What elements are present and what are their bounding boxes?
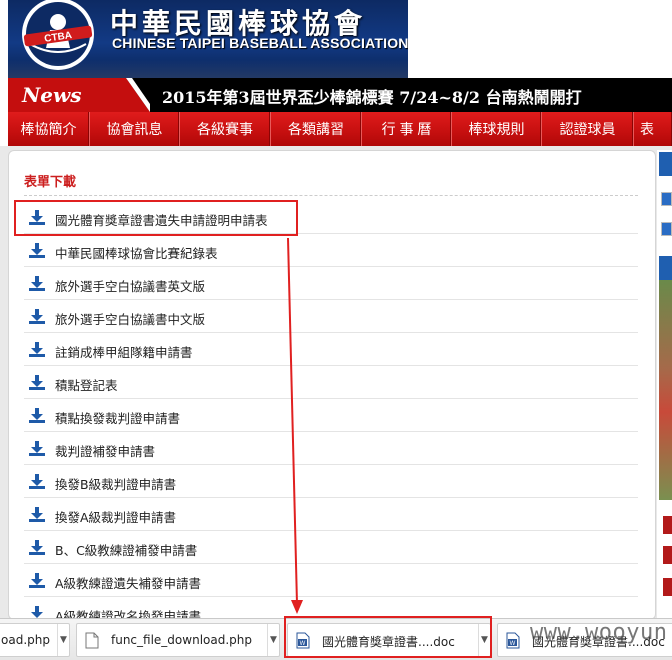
- file-row[interactable]: 中華民國棒球協會比賽紀錄表: [24, 234, 638, 267]
- download-icon[interactable]: [28, 474, 46, 490]
- file-link[interactable]: 註銷成棒甲組隊籍申請書: [55, 342, 193, 361]
- sidebar-link-icon[interactable]: [661, 222, 672, 236]
- word-doc-icon: W: [506, 632, 520, 649]
- file-row[interactable]: 裁判證補發申請書: [24, 432, 638, 465]
- download-item[interactable]: oad.php ▼: [0, 623, 70, 657]
- file-link[interactable]: B、C級教練證補發申請書: [55, 540, 197, 559]
- file-link[interactable]: 換發A級裁判證申請書: [55, 507, 176, 526]
- download-icon[interactable]: [28, 441, 46, 457]
- file-row[interactable]: 積點換發裁判證申請書: [24, 399, 638, 432]
- file-row[interactable]: A級教練證遺失補發申請書: [24, 564, 638, 597]
- download-icon[interactable]: [28, 342, 46, 358]
- nav-item-calendar[interactable]: 行 事 曆: [362, 112, 452, 146]
- nav-item-events[interactable]: 各級賽事: [180, 112, 271, 146]
- panel-title: 表單下載: [24, 174, 77, 189]
- file-link[interactable]: 中華民國棒球協會比賽紀錄表: [55, 243, 218, 262]
- file-row[interactable]: 旅外選手空白協議書英文版: [24, 267, 638, 300]
- site-title-en: CHINESE TAIPEI BASEBALL ASSOCIATION: [112, 35, 408, 51]
- file-row[interactable]: 積點登記表: [24, 366, 638, 399]
- file-link[interactable]: A級教練證遺失補發申請書: [55, 573, 201, 592]
- svg-text:W: W: [510, 641, 516, 647]
- download-icon[interactable]: [28, 309, 46, 325]
- annotation-download-highlight: [284, 616, 492, 658]
- sidebar-photo[interactable]: [659, 280, 672, 500]
- nav-item-seminars[interactable]: 各類講習: [271, 112, 362, 146]
- download-icon[interactable]: [28, 507, 46, 523]
- sidebar-badge[interactable]: [663, 578, 672, 596]
- sidebar-header: [659, 152, 672, 176]
- chevron-down-icon[interactable]: ▼: [57, 624, 69, 656]
- news-tag: News: [8, 78, 150, 112]
- news-ticker: News 2015年第3屆世界盃少棒錦標賽 7/24~8/2 台南熱鬧開打: [8, 78, 672, 112]
- download-icon[interactable]: [28, 375, 46, 391]
- nav-item-about[interactable]: 棒協簡介: [8, 112, 90, 146]
- file-icon: [85, 632, 99, 649]
- chevron-down-icon[interactable]: ▼: [267, 624, 279, 656]
- site-header: CTBA 中華民國棒球協會 CHINESE TAIPEI BASEBALL AS…: [0, 0, 672, 78]
- file-link[interactable]: 換發B級裁判證申請書: [55, 474, 176, 493]
- sidebar-badge[interactable]: [663, 516, 672, 534]
- file-row[interactable]: B、C級教練證補發申請書: [24, 531, 638, 564]
- watermark: www.wooyun.org: [530, 620, 672, 645]
- ctba-logo-icon: CTBA: [22, 0, 94, 70]
- nav-item-news[interactable]: 協會訊息: [90, 112, 180, 146]
- file-link[interactable]: 裁判證補發申請書: [55, 441, 155, 460]
- download-icon[interactable]: [28, 276, 46, 292]
- download-icon[interactable]: [28, 540, 46, 556]
- svg-text:News: News: [21, 83, 81, 107]
- file-link[interactable]: 旅外選手空白協議書英文版: [55, 276, 205, 295]
- main-nav: 棒協簡介 協會訊息 各級賽事 各類講習 行 事 曆 棒球規則 認證球員 表: [8, 112, 672, 146]
- right-sidebar: [657, 150, 672, 620]
- file-row[interactable]: 換發A級裁判證申請書: [24, 498, 638, 531]
- nav-item-forms[interactable]: 表: [634, 112, 672, 146]
- sidebar-header: [659, 256, 672, 280]
- file-row[interactable]: 換發B級裁判證申請書: [24, 465, 638, 498]
- sidebar-link-icon[interactable]: [661, 192, 672, 206]
- annotation-highlight-box: [14, 200, 298, 236]
- file-row[interactable]: 旅外選手空白協議書中文版: [24, 300, 638, 333]
- file-link[interactable]: 旅外選手空白協議書中文版: [55, 309, 205, 328]
- nav-item-certified-players[interactable]: 認證球員: [542, 112, 634, 146]
- news-headline[interactable]: 2015年第3屆世界盃少棒錦標賽 7/24~8/2 台南熱鬧開打: [162, 84, 582, 108]
- divider: [24, 195, 638, 196]
- file-row[interactable]: 註銷成棒甲組隊籍申請書: [24, 333, 638, 366]
- download-icon[interactable]: [28, 408, 46, 424]
- file-list: 國光體育獎章證書遺失申請證明申請表 中華民國棒球協會比賽紀錄表 旅外選手空白協議書英…: [24, 201, 638, 619]
- file-link[interactable]: 積點登記表: [55, 375, 118, 394]
- download-icon[interactable]: [28, 573, 46, 589]
- nav-item-rules[interactable]: 棒球規則: [452, 112, 542, 146]
- page: CTBA 中華民國棒球協會 CHINESE TAIPEI BASEBALL AS…: [0, 0, 672, 660]
- download-item[interactable]: func_file_download.php ▼: [76, 623, 280, 657]
- header-banner[interactable]: CTBA 中華民國棒球協會 CHINESE TAIPEI BASEBALL AS…: [8, 0, 408, 78]
- download-icon[interactable]: [28, 243, 46, 259]
- sidebar-badge[interactable]: [663, 546, 672, 564]
- file-link[interactable]: 積點換發裁判證申請書: [55, 408, 180, 427]
